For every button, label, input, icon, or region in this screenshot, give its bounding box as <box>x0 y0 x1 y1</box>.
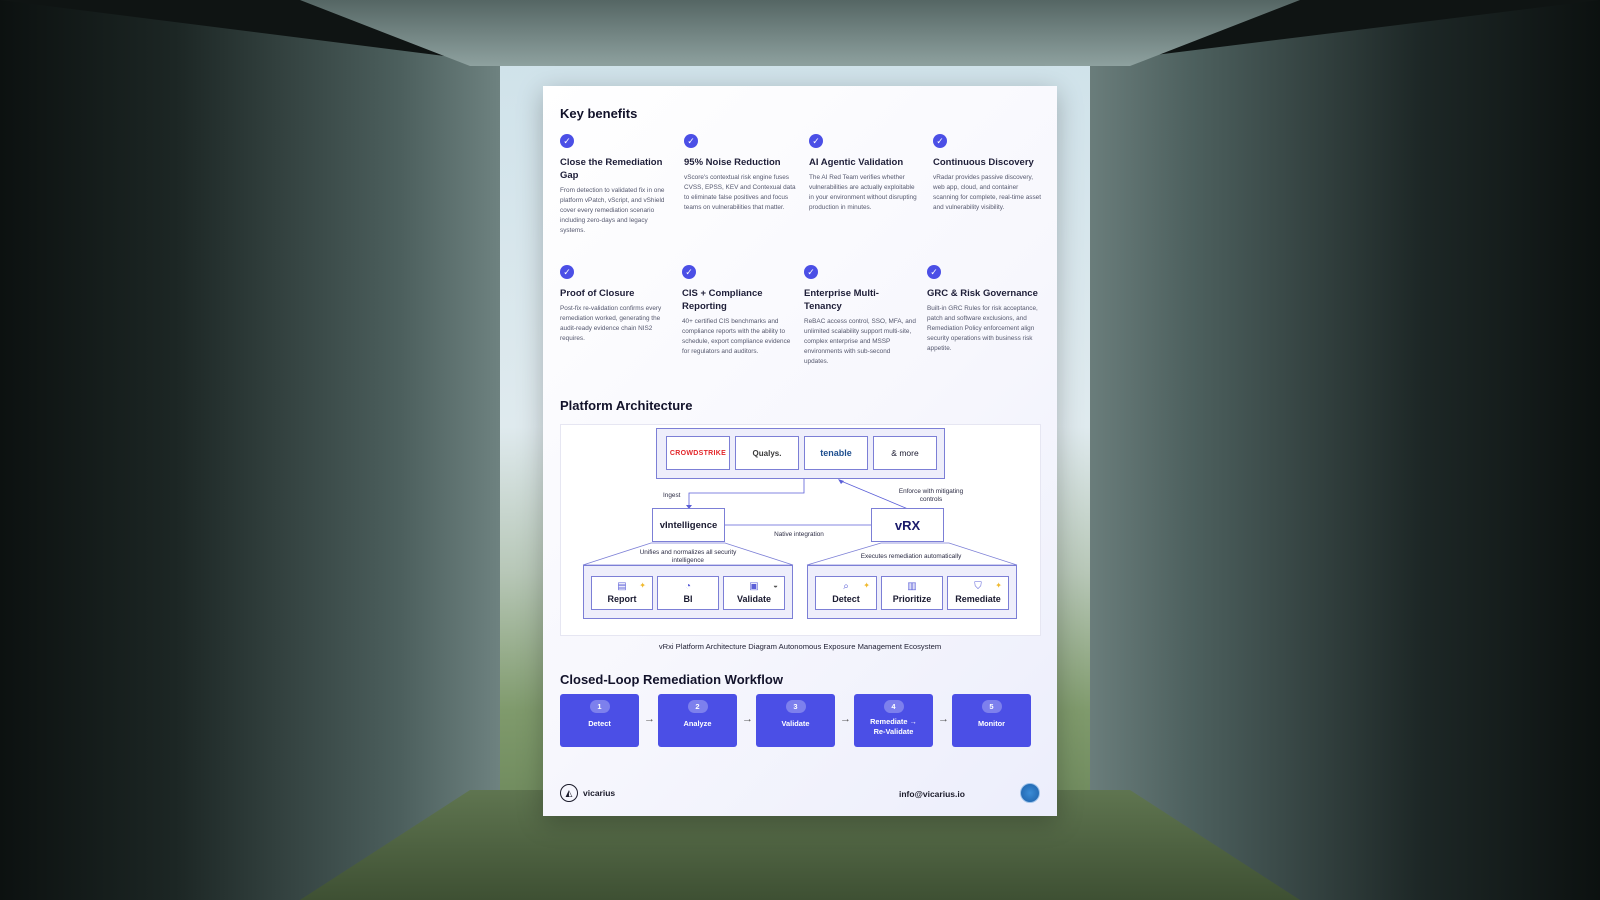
basket-icon: ◒ <box>773 581 778 590</box>
tile-label: Report <box>607 594 637 604</box>
benefit-card: ✓ Proof of Closure Post-fix re-validatio… <box>560 265 672 344</box>
step-label: Validate <box>781 719 810 728</box>
check-icon: ✓ <box>560 134 574 148</box>
benefit-desc: Post-fix re-validation confirms every re… <box>560 305 662 342</box>
workflow-heading: Closed-Loop Remediation Workflow <box>560 672 783 687</box>
brand-name: vicarius <box>583 788 616 798</box>
tile-prioritize[interactable]: ▥ Prioritize <box>881 576 943 610</box>
tile-label: Detect <box>832 594 860 604</box>
pie-chart-icon: ◔ <box>684 581 692 592</box>
step-label: Monitor <box>977 719 1006 728</box>
tile-label: Remediate <box>955 594 1001 604</box>
arrow-right-icon: → <box>644 713 655 725</box>
tile-validate[interactable]: ▣ ◒ Validate <box>723 576 785 610</box>
key-benefits-heading: Key benefits <box>560 106 638 121</box>
ingest-label: Ingest <box>663 492 681 499</box>
benefit-desc: The AI Red Team verifies whether vulnera… <box>809 174 917 211</box>
document-page: Key benefits ✓ Close the Remediation Gap… <box>543 86 1057 816</box>
clipboard-icon: ▤ <box>617 581 627 592</box>
workflow-step-validate: 3 Validate <box>756 694 835 747</box>
benefit-card: ✓ Close the Remediation Gap From detecti… <box>560 134 672 236</box>
source-tenable: tenable <box>804 436 868 470</box>
step-label: Remediate → Re-Validate <box>870 717 917 736</box>
step-label: Analyze <box>683 719 712 728</box>
tile-label: Prioritize <box>892 594 932 604</box>
right-note: Executes remediation automatically <box>860 553 962 560</box>
vintelligence-box: vIntelligence <box>652 508 725 542</box>
native-integration-label: Native integration <box>774 531 824 538</box>
benefit-card: ✓ CIS + Compliance Reporting 40+ certifi… <box>682 265 794 357</box>
workflow-step-analyze: 2 Analyze <box>658 694 737 747</box>
benefit-desc: vScore's contextual risk engine fuses CV… <box>684 174 796 211</box>
check-icon: ✓ <box>809 134 823 148</box>
check-icon: ✓ <box>933 134 947 148</box>
source-crowdstrike: CROWDSTRIKE <box>666 436 730 470</box>
architecture-heading: Platform Architecture <box>560 398 693 413</box>
benefit-title: AI Agentic Validation <box>809 157 904 168</box>
step-number: 5 <box>981 700 1002 713</box>
benefit-card: ✓ 95% Noise Reduction vScore's contextua… <box>684 134 796 213</box>
certification-badge-icon <box>1020 783 1040 803</box>
check-icon: ✓ <box>682 265 696 279</box>
benefit-title: Close the Remediation Gap <box>560 157 663 181</box>
benefit-card: ✓ AI Agentic Validation The AI Red Team … <box>809 134 921 213</box>
benefit-desc: vRadar provides passive discovery, web a… <box>933 174 1041 211</box>
tile-remediate[interactable]: ⛉ ✦ Remediate <box>947 576 1009 610</box>
source-qualys: Qualys. <box>735 436 799 470</box>
search-icon: ⌕ <box>843 581 849 592</box>
step-number: 4 <box>883 700 904 713</box>
tile-label: BI <box>683 594 693 604</box>
check-icon: ✓ <box>560 265 574 279</box>
benefit-title: GRC & Risk Governance <box>927 288 1038 299</box>
step-number: 3 <box>785 700 806 713</box>
benefit-card: ✓ GRC & Risk Governance Built-in GRC Rul… <box>927 265 1039 354</box>
shield-icon: ⛉ <box>974 581 982 592</box>
step-label: Detect <box>588 719 611 728</box>
contact-email[interactable]: info@vicarius.io <box>899 789 965 799</box>
vicarius-logo: ◭ vicarius <box>560 784 615 802</box>
bar-chart-icon: ▥ <box>907 581 917 592</box>
left-wall <box>0 0 500 900</box>
right-wall <box>1090 0 1600 900</box>
vicarius-logo-icon: ◭ <box>560 784 578 802</box>
benefit-title: CIS + Compliance Reporting <box>682 288 763 312</box>
check-icon: ✓ <box>804 265 818 279</box>
tile-report[interactable]: ▤ ✦ Report <box>591 576 653 610</box>
benefit-card: ✓ Continuous Discovery vRadar provides p… <box>933 134 1045 213</box>
architecture-caption: vRxi Platform Architecture Diagram Auton… <box>658 642 942 651</box>
benefit-desc: From detection to validated fix in one p… <box>560 187 665 234</box>
sparkle-icon: ✦ <box>863 581 870 590</box>
workflow-step-detect: 1 Detect <box>560 694 639 747</box>
workflow-step-remediate: 4 Remediate → Re-Validate <box>854 694 933 747</box>
architecture-diagram: CROWDSTRIKE Qualys. tenable & more Inges… <box>560 424 1041 636</box>
benefit-desc: Built-in GRC Rules for risk acceptance, … <box>927 305 1038 352</box>
vrx-box: vRX <box>871 508 944 542</box>
step-number: 2 <box>687 700 708 713</box>
benefit-desc: 40+ certified CIS benchmarks and complia… <box>682 318 791 355</box>
workflow-step-monitor: 5 Monitor <box>952 694 1031 747</box>
benefit-card: ✓ Enterprise Multi-Tenancy ReBAC access … <box>804 265 916 367</box>
benefit-title: Proof of Closure <box>560 288 635 299</box>
tile-bi[interactable]: ◔ BI <box>657 576 719 610</box>
check-icon: ✓ <box>927 265 941 279</box>
tile-label: Validate <box>736 594 772 604</box>
ceiling <box>300 0 1300 66</box>
check-icon: ✓ <box>684 134 698 148</box>
benefit-desc: ReBAC access control, SSO, MFA, and unli… <box>804 318 916 365</box>
sparkle-icon: ✦ <box>639 581 646 590</box>
arrow-right-icon: → <box>938 713 949 725</box>
arrow-right-icon: → <box>840 713 851 725</box>
sparkle-icon: ✦ <box>995 581 1002 590</box>
tile-detect[interactable]: ⌕ ✦ Detect <box>815 576 877 610</box>
benefit-title: Continuous Discovery <box>933 157 1034 168</box>
left-note: Unifies and normalizes all security inte… <box>639 549 737 564</box>
benefit-title: 95% Noise Reduction <box>684 157 781 168</box>
source-more: & more <box>873 436 937 470</box>
clipboard-check-icon: ▣ <box>749 581 759 592</box>
enforce-label: Enforce with mitigating controls <box>898 488 964 503</box>
step-number: 1 <box>589 700 610 713</box>
benefit-title: Enterprise Multi-Tenancy <box>804 288 879 312</box>
arrow-right-icon: → <box>742 713 753 725</box>
